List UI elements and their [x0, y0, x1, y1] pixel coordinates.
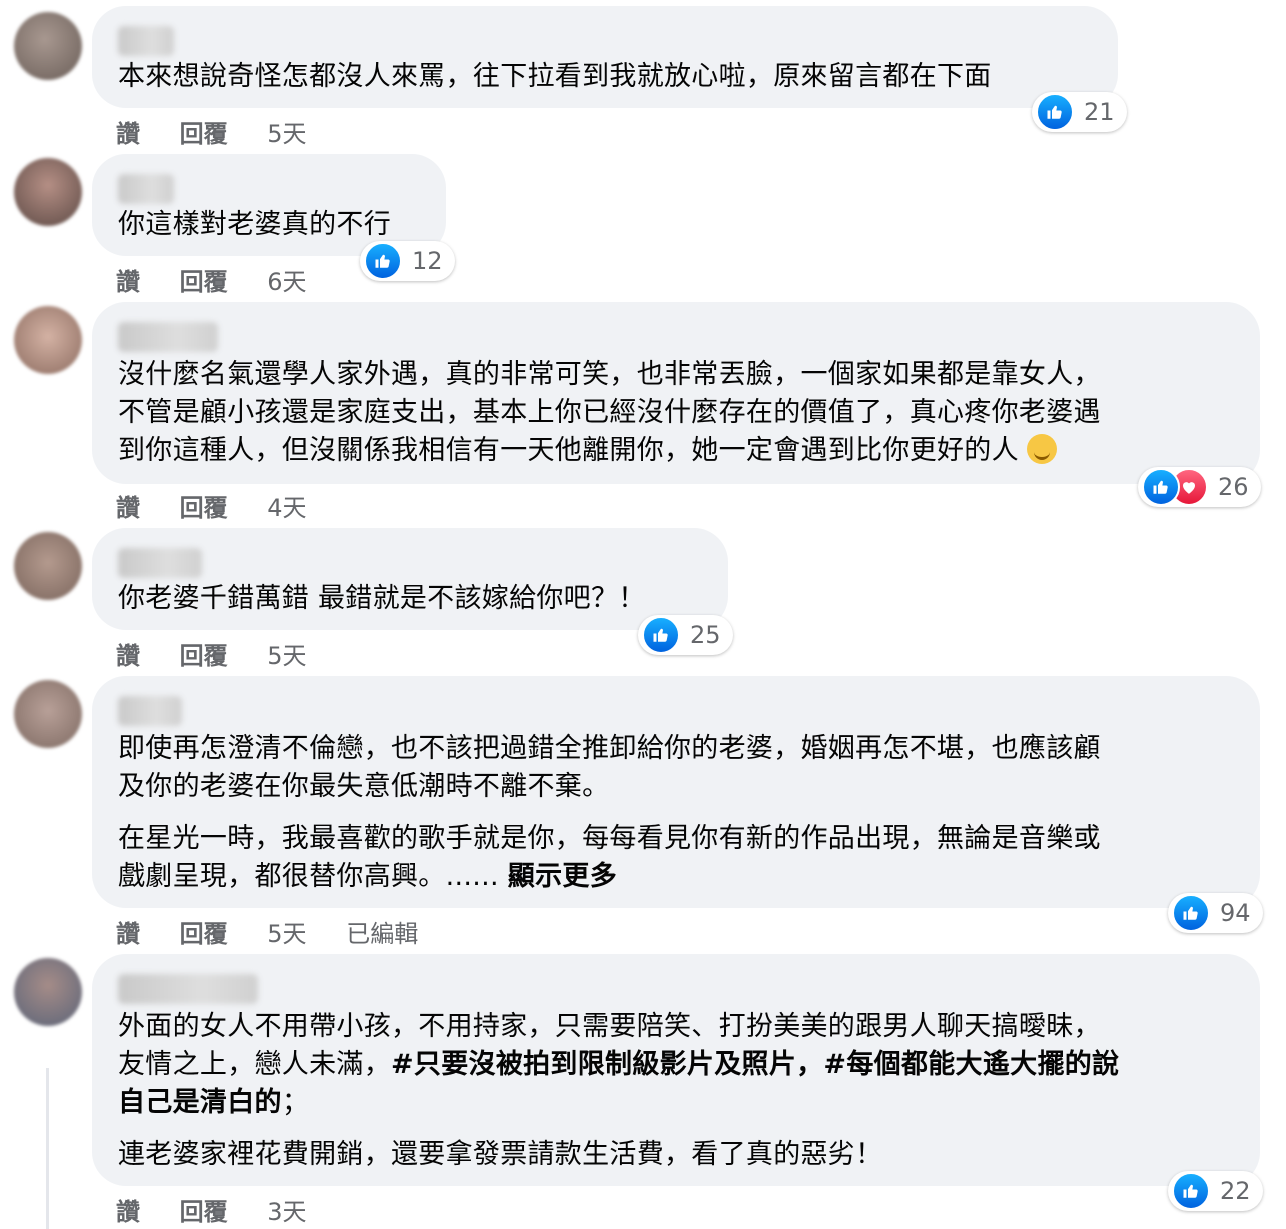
avatar[interactable] [14, 12, 82, 80]
comment-actions: 讚 回覆 6天 [116, 262, 339, 297]
avatar[interactable] [14, 158, 82, 226]
like-button[interactable]: 讚 [116, 120, 140, 148]
reaction-summary[interactable]: 12 [360, 241, 455, 281]
timestamp[interactable]: 5天 [267, 920, 306, 948]
reaction-summary[interactable]: 26 [1138, 467, 1261, 507]
author-name[interactable] [118, 174, 174, 204]
like-icon [1036, 93, 1074, 131]
comment-line: 即使再怎澄清不倫戀，也不該把過錯全推卸給你的老婆，婚姻再怎不堪，也應該顧 [118, 733, 1101, 764]
comment-line: 戲劇呈現，都很替你高興。...... 顯示更多 [118, 858, 1234, 896]
reaction-summary[interactable]: 21 [1032, 92, 1127, 132]
reaction-summary[interactable]: 94 [1168, 893, 1263, 933]
like-button[interactable]: 讚 [116, 268, 140, 296]
comment-line: 外面的女人不用帶小孩，不用持家，只需要陪笑、打扮美美的跟男人聊天搞曖昧， [118, 1011, 1101, 1042]
reply-button[interactable]: 回覆 [180, 642, 228, 670]
comment-bubble: 沒什麼名氣還學人家外遇，真的非常可笑，也非常丟臉，一個家如果都是靠女人， 不管是… [92, 302, 1260, 484]
comment-line: 不管是顧小孩還是家庭支出，基本上你已經沒什麼存在的價值了，真心疼你老婆遇 [118, 394, 1234, 432]
avatar[interactable] [14, 532, 82, 600]
like-button[interactable]: 讚 [116, 920, 140, 948]
comment-line: 在星光一時，我最喜歡的歌手就是你，每每看見你有新的作品出現，無論是音樂或 [118, 823, 1101, 854]
see-more-link[interactable]: 顯示更多 [508, 861, 617, 892]
like-icon [642, 616, 680, 654]
reaction-count: 12 [412, 247, 443, 275]
like-icon [1172, 1172, 1210, 1210]
reaction-count: 94 [1220, 899, 1251, 927]
comment-text: 你這樣對老婆真的不行 [118, 209, 391, 240]
comment-text: 你老婆千錯萬錯 最錯就是不該嫁給你吧？！ [118, 583, 646, 614]
thread-line [46, 1068, 49, 1229]
timestamp[interactable]: 5天 [267, 120, 306, 148]
comment-line-text: 到你這種人，但沒關係我相信有一天他離開你，她一定會遇到比你更好的人 [118, 435, 1019, 466]
reply-button[interactable]: 回覆 [180, 920, 228, 948]
author-name[interactable] [118, 322, 218, 352]
comment-bubble: 外面的女人不用帶小孩，不用持家，只需要陪笑、打扮美美的跟男人聊天搞曖昧， 友情之… [92, 954, 1260, 1186]
comment-actions: 讚 回覆 5天 已編輯 [116, 914, 450, 949]
author-name[interactable] [118, 696, 182, 726]
comment-line-text: 不管是顧小孩還是家庭支出，基本上你已經沒什麼存在的價值了，真心疼你老婆遇 [118, 397, 1101, 428]
reaction-summary[interactable]: 25 [638, 615, 733, 655]
avatar[interactable] [14, 306, 82, 374]
comment-line: 連老婆家裡花費開銷，還要拿發票請款生活費，看了真的惡劣！ [118, 1139, 883, 1170]
comment-line: 沒什麼名氣還學人家外遇，真的非常可笑，也非常丟臉，一個家如果都是靠女人， [118, 359, 1101, 390]
comment-text: 本來想說奇怪怎都沒人來罵，往下拉看到我就放心啦，原來留言都在下面 [118, 61, 992, 92]
comment-line: 友情之上，戀人未滿，#只要沒被拍到限制級影片及照片，#每個都能大遙大擺的說 [118, 1046, 1234, 1084]
comment-line: 到你這種人，但沒關係我相信有一天他離開你，她一定會遇到比你更好的人 [118, 432, 1234, 470]
comment-line: 及你的老婆在你最失意低潮時不離不棄。 [118, 771, 610, 802]
comment-bubble: 你老婆千錯萬錯 最錯就是不該嫁給你吧？！ [92, 528, 728, 630]
comment-actions: 讚 回覆 5天 [116, 636, 339, 671]
like-button[interactable]: 讚 [116, 1198, 140, 1226]
like-icon [1142, 468, 1180, 506]
comment-text: 即使再怎澄清不倫戀，也不該把過錯全推卸給你的老婆，婚姻再怎不堪，也應該顧 及你的… [118, 730, 1234, 896]
timestamp[interactable]: 4天 [267, 494, 306, 522]
comment-bubble: 本來想說奇怪怎都沒人來罵，往下拉看到我就放心啦，原來留言都在下面 [92, 6, 1118, 108]
like-icon [364, 242, 402, 280]
comment-actions: 讚 回覆 4天 [116, 488, 339, 523]
author-name[interactable] [118, 974, 258, 1004]
comment-line-text: 戲劇呈現，都很替你高興。...... [118, 861, 499, 892]
reaction-count: 26 [1218, 473, 1249, 501]
avatar[interactable] [14, 680, 82, 748]
author-name[interactable] [118, 548, 202, 578]
timestamp[interactable]: 5天 [267, 642, 306, 670]
smiling-face-icon [1026, 434, 1057, 464]
comment-text: 外面的女人不用帶小孩，不用持家，只需要陪笑、打扮美美的跟男人聊天搞曖昧， 友情之… [118, 1008, 1234, 1174]
reaction-count: 25 [690, 621, 721, 649]
like-button[interactable]: 讚 [116, 494, 140, 522]
like-button[interactable]: 讚 [116, 642, 140, 670]
comment-text: 沒什麼名氣還學人家外遇，真的非常可笑，也非常丟臉，一個家如果都是靠女人， 不管是… [118, 356, 1234, 470]
reply-button[interactable]: 回覆 [180, 1198, 228, 1226]
comment-actions: 讚 回覆 3天 [116, 1192, 339, 1227]
reaction-summary[interactable]: 22 [1168, 1171, 1263, 1211]
comment-actions: 讚 回覆 5天 [116, 114, 339, 149]
edited-label[interactable]: 已編輯 [346, 920, 418, 948]
reply-button[interactable]: 回覆 [180, 268, 228, 296]
comment-line: 自己是清白的； [118, 1084, 1234, 1122]
hashtag-text[interactable]: 自己是清白的 [118, 1087, 282, 1118]
reaction-count: 22 [1220, 1177, 1251, 1205]
hashtag-text[interactable]: #只要沒被拍到限制級影片及照片，#每個都能大遙大擺的說 [391, 1049, 1119, 1080]
avatar[interactable] [14, 958, 82, 1026]
comment-bubble: 即使再怎澄清不倫戀，也不該把過錯全推卸給你的老婆，婚姻再怎不堪，也應該顧 及你的… [92, 676, 1260, 908]
timestamp[interactable]: 6天 [267, 268, 306, 296]
reply-button[interactable]: 回覆 [180, 120, 228, 148]
reaction-count: 21 [1084, 98, 1115, 126]
timestamp[interactable]: 3天 [267, 1198, 306, 1226]
comment-line-text: ； [281, 1087, 310, 1118]
reply-button[interactable]: 回覆 [180, 494, 228, 522]
comment-line-text: 友情之上，戀人未滿， [118, 1049, 391, 1080]
like-icon [1172, 894, 1210, 932]
author-name[interactable] [118, 26, 174, 56]
